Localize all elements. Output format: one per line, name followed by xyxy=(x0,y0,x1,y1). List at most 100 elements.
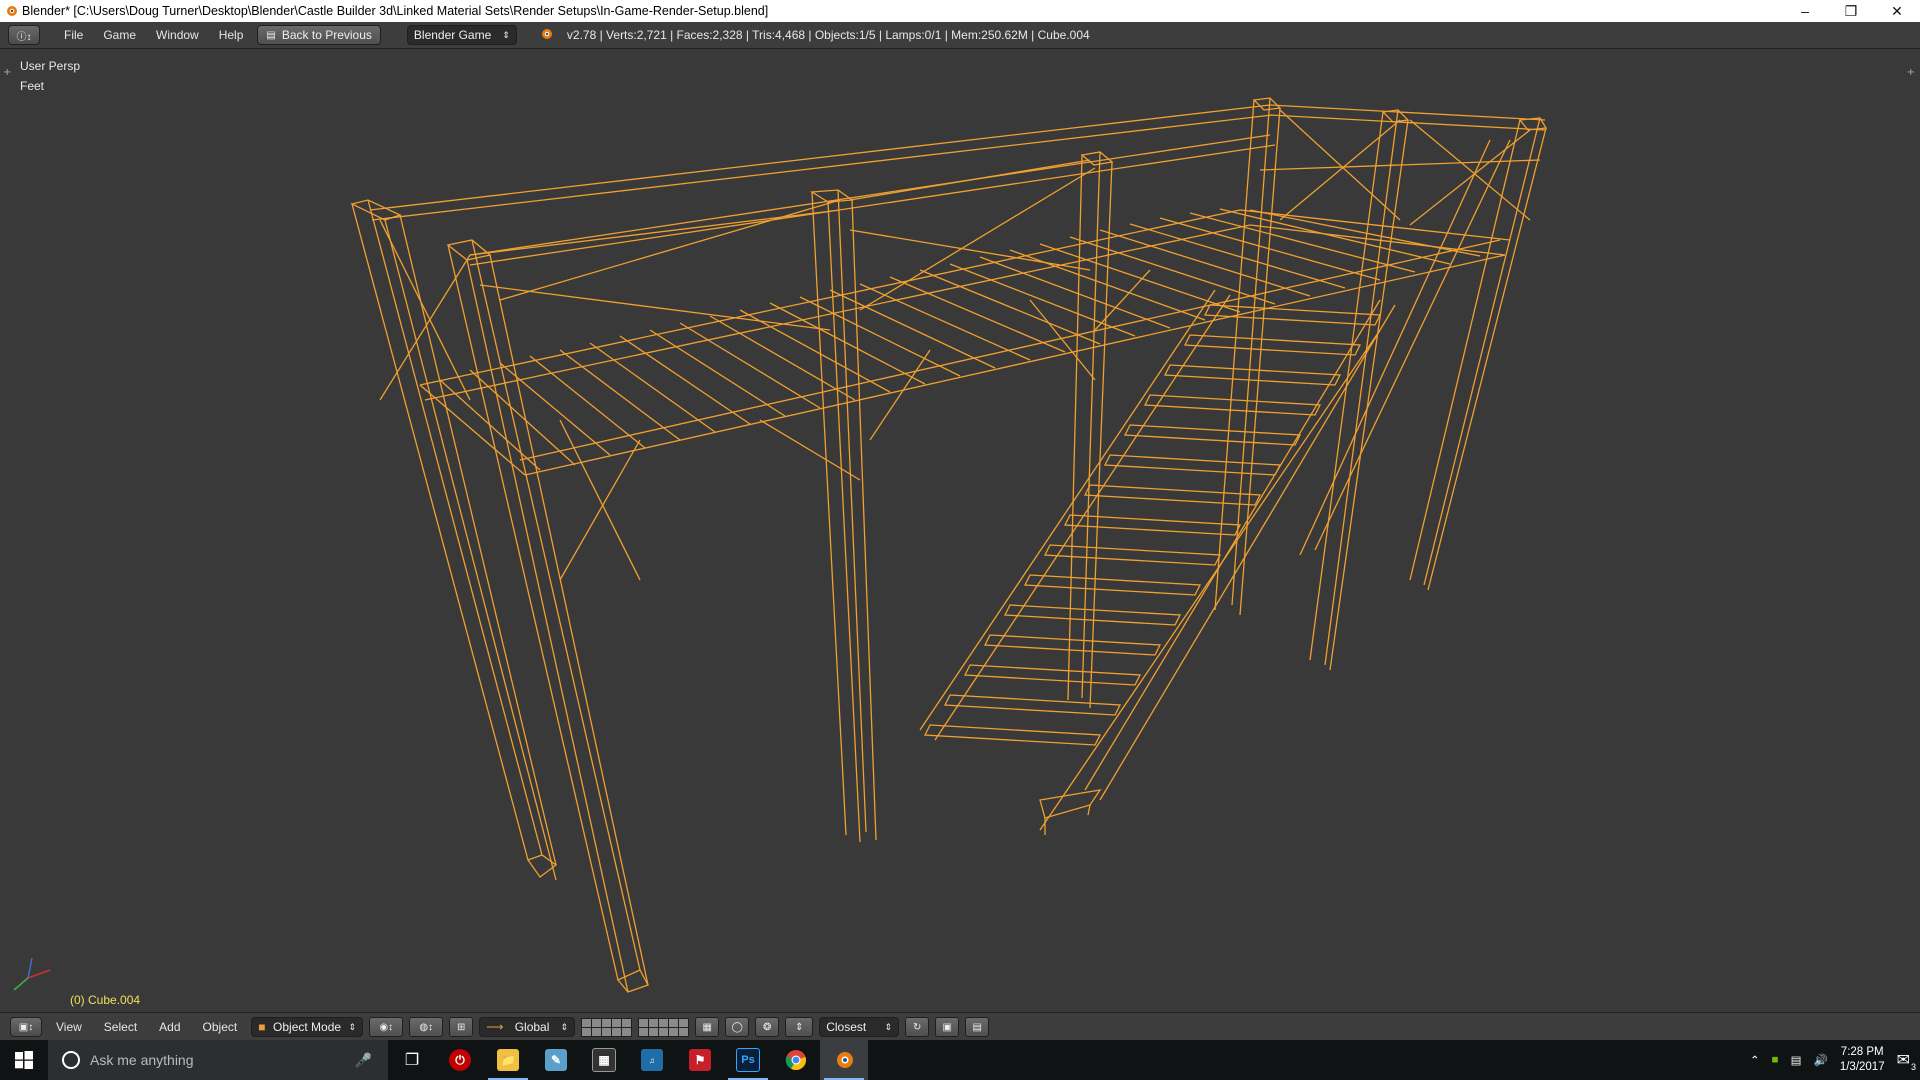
snap-toggle-icon[interactable]: ❂ xyxy=(755,1017,780,1037)
object-mode-icon: ■ xyxy=(258,1020,266,1034)
back-to-previous-label: Back to Previous xyxy=(281,28,372,42)
top-rails xyxy=(369,104,1546,266)
back-middle-post xyxy=(1309,109,1410,671)
task-view-icon: ❐ xyxy=(404,1052,420,1069)
taskbar-app-explorer[interactable]: 📁 xyxy=(484,1040,532,1080)
microphone-icon: 🎤 xyxy=(354,1051,372,1068)
restore-icon[interactable]: ❐ xyxy=(1828,0,1874,22)
calculator-icon: ▦ xyxy=(592,1048,616,1072)
file-explorer-icon: 📁 xyxy=(497,1049,519,1071)
power-app-icon: ⏻ xyxy=(449,1049,471,1071)
tray-overflow-icon[interactable]: ⌃ xyxy=(1750,1053,1760,1067)
3d-view-header: ▣↕ View Select Add Object ■ Object Mode … xyxy=(0,1012,1920,1041)
menu-file[interactable]: File xyxy=(54,22,93,48)
action-center-icon[interactable]: ✉ 3 xyxy=(1897,1050,1916,1072)
layer-grid-2[interactable] xyxy=(638,1017,690,1037)
taskbar-app-power[interactable]: ⏻ xyxy=(436,1040,484,1080)
task-view-button[interactable]: ❐ xyxy=(388,1040,436,1080)
3d-viewport[interactable]: + + User Persp Feet (0) Cube.004 xyxy=(0,49,1920,1012)
region-toggle-right-icon[interactable]: + xyxy=(1907,67,1915,78)
screen-icon: ▤ xyxy=(266,29,276,41)
taskbar-app-blender[interactable] xyxy=(820,1040,868,1080)
taskbar: Ask me anything 🎤 ❐ ⏻ 📁 ✎ ▦ ♫ ⚑ Ps ⌃ ■ ▤… xyxy=(0,1040,1920,1080)
taskbar-app-chrome[interactable] xyxy=(772,1040,820,1080)
nvidia-icon[interactable]: ■ xyxy=(1772,1054,1779,1066)
menu-select[interactable]: Select xyxy=(96,1014,145,1040)
left-front-post xyxy=(350,199,558,881)
clock-date: 1/3/2017 xyxy=(1839,1061,1885,1073)
editor-type-button[interactable]: ⓘ↕ xyxy=(8,25,40,45)
blender-taskbar-icon xyxy=(837,1052,853,1068)
taskbar-app-red[interactable]: ⚑ xyxy=(676,1040,724,1080)
render-engine-select[interactable]: Blender Game ⇕ xyxy=(406,25,517,45)
menu-help[interactable]: Help xyxy=(209,22,254,48)
select-arrows-icon: ⇕ xyxy=(348,1021,357,1032)
editor-type-3d-button[interactable]: ▣↕ xyxy=(10,1017,42,1037)
close-icon[interactable]: ✕ xyxy=(1874,0,1920,22)
cortana-search-box[interactable]: Ask me anything 🎤 xyxy=(48,1040,388,1080)
staircase xyxy=(919,289,1396,835)
layer-grid-1[interactable] xyxy=(581,1017,633,1037)
window-title-bar: Blender* [C:\Users\Doug Turner\Desktop\B… xyxy=(0,0,1920,22)
taskbar-app-music[interactable]: ♫ xyxy=(628,1040,676,1080)
align-rotation-icon[interactable]: ↻ xyxy=(905,1017,930,1037)
wireframe-scene xyxy=(13,97,1548,993)
menu-object[interactable]: Object xyxy=(195,1014,246,1040)
back-to-previous-button[interactable]: ▤ Back to Previous xyxy=(257,25,381,45)
viewport-shading-button[interactable]: ◉↕ xyxy=(369,1017,404,1037)
minimize-icon[interactable]: – xyxy=(1782,0,1828,22)
menu-view[interactable]: View xyxy=(48,1014,90,1040)
mode-label: Object Mode xyxy=(273,1020,342,1034)
notification-count: 3 xyxy=(1910,1062,1916,1072)
orientation-label: Global xyxy=(514,1020,550,1034)
taskbar-app-photoshop[interactable]: Ps xyxy=(724,1040,772,1080)
red-app-icon: ⚑ xyxy=(689,1049,711,1071)
clock[interactable]: 7:28 PM 1/3/2017 xyxy=(1840,1045,1885,1075)
taskbar-app-tool[interactable]: ✎ xyxy=(532,1040,580,1080)
middle-back-post xyxy=(1067,151,1114,709)
sphere-icon: ◉↕ xyxy=(379,1021,394,1033)
render-animation-icon[interactable]: ▤ xyxy=(965,1017,990,1037)
manipulator-toggle[interactable]: ⊞ xyxy=(449,1017,474,1037)
info-header: ⓘ↕ File Game Window Help ▤ Back to Previ… xyxy=(0,22,1920,49)
pivot-point-button[interactable]: ◍↕ xyxy=(409,1017,444,1037)
system-tray: ⌃ ■ ▤ 🔊 7:28 PM 1/3/2017 ✉ 3 xyxy=(1750,1040,1920,1080)
scene-stats: v2.78 | Verts:2,721 | Faces:2,328 | Tris… xyxy=(566,28,1090,42)
volume-icon[interactable]: 🔊 xyxy=(1814,1053,1828,1067)
blender-logo-icon xyxy=(0,0,22,22)
photoshop-icon: Ps xyxy=(736,1048,760,1072)
windows-start-button[interactable] xyxy=(0,1040,48,1080)
menu-window[interactable]: Window xyxy=(146,22,209,48)
cortana-circle-icon xyxy=(62,1051,80,1069)
active-object-label: (0) Cube.004 xyxy=(70,993,141,1007)
window-title: Blender* [C:\Users\Doug Turner\Desktop\B… xyxy=(22,4,769,18)
render-engine-label: Blender Game xyxy=(413,28,492,42)
snap-element-icon: ⇕ xyxy=(795,1021,804,1033)
chrome-icon xyxy=(785,1050,806,1071)
blender-logo-small-icon xyxy=(539,27,553,44)
transform-orientation-select[interactable]: ⟶ Global ⇕ xyxy=(479,1017,576,1037)
lock-camera-icon[interactable]: ▦ xyxy=(695,1017,720,1037)
middle-front-post xyxy=(809,189,877,843)
menu-add[interactable]: Add xyxy=(151,1014,188,1040)
network-icon[interactable]: ▤ xyxy=(1791,1053,1802,1067)
cube-view-icon: ▣↕ xyxy=(18,1021,34,1033)
select-arrows-icon: ⇕ xyxy=(560,1021,569,1032)
view-units-label: Feet xyxy=(20,79,45,93)
snap-target-select[interactable]: Closest ⇕ xyxy=(819,1017,900,1037)
taskbar-app-calculator[interactable]: ▦ xyxy=(580,1040,628,1080)
select-arrows-icon: ⇕ xyxy=(884,1021,893,1032)
orientation-icon: ⟶ xyxy=(486,1020,504,1034)
proportional-edit-icon[interactable]: ◯ xyxy=(725,1017,750,1037)
windows-logo-icon xyxy=(15,1051,33,1069)
snap-target-label: Closest xyxy=(826,1020,867,1034)
snap-element-button[interactable]: ⇕ xyxy=(785,1017,814,1037)
view-name-label: User Persp xyxy=(20,59,81,73)
pivot-icon: ◍↕ xyxy=(419,1021,434,1033)
render-image-icon[interactable]: ▣ xyxy=(935,1017,960,1037)
menu-game[interactable]: Game xyxy=(93,22,146,48)
search-placeholder: Ask me anything xyxy=(90,1052,194,1068)
app-tool-icon: ✎ xyxy=(545,1049,567,1071)
mode-select[interactable]: ■ Object Mode ⇕ xyxy=(251,1017,364,1037)
region-toggle-left-icon[interactable]: + xyxy=(3,67,11,78)
